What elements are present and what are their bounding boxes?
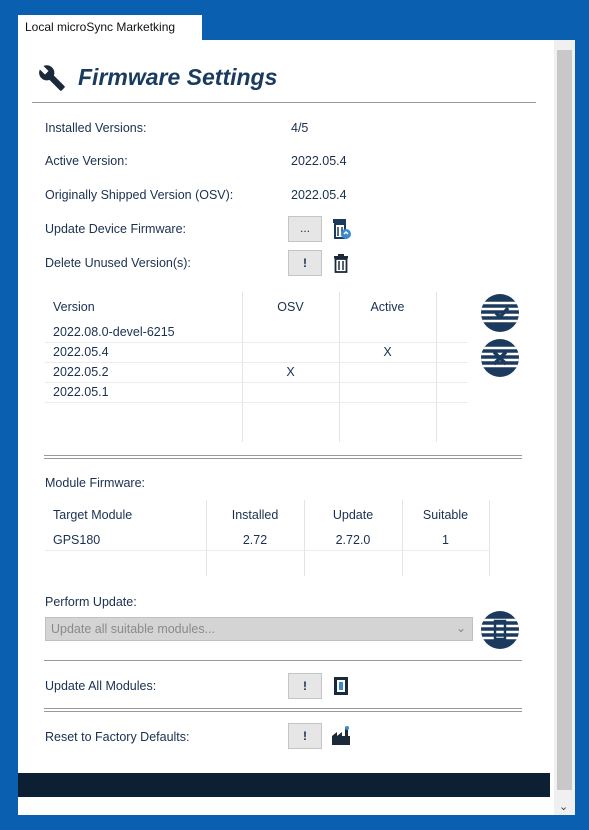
header-active: Active <box>339 292 437 322</box>
browse-firmware-button[interactable]: ... <box>288 216 322 242</box>
module-update-icon <box>481 618 519 641</box>
reset-defaults-label: Reset to Factory Defaults: <box>45 730 190 744</box>
vertical-scrollbar[interactable]: ⌄ <box>554 40 575 815</box>
active-cell <box>339 322 437 343</box>
close-icon <box>481 346 519 368</box>
installed-cell: 2.72 <box>206 530 305 551</box>
modules-table: Target Module Installed Update Suitable … <box>45 500 521 576</box>
version-cell: 2022.05.2 <box>45 362 243 383</box>
scrollbar-thumb[interactable] <box>557 50 572 790</box>
section-divider <box>44 708 522 712</box>
header-installed: Installed <box>206 500 305 530</box>
header-update: Update <box>304 500 403 530</box>
reset-defaults-button[interactable]: ! <box>288 723 322 749</box>
versions-table: Version OSV Active 2022.08.0-devel-6215 … <box>45 292 468 442</box>
table-row[interactable]: 2022.05.4 X <box>45 342 468 363</box>
module-cell: GPS180 <box>45 530 207 551</box>
update-mode-select[interactable]: Update all suitable modules... ⌄ <box>45 617 473 641</box>
scroll-down-icon[interactable]: ⌄ <box>559 800 568 813</box>
installed-versions-label: Installed Versions: <box>45 121 147 135</box>
osv-cell <box>242 322 340 343</box>
update-all-modules-button[interactable]: ! <box>288 673 322 699</box>
module-icon[interactable] <box>333 676 349 696</box>
active-version-value: 2022.05.4 <box>291 154 347 168</box>
version-cell: 2022.05.1 <box>45 382 243 403</box>
version-cell: 2022.08.0-devel-6215 <box>45 322 243 343</box>
wrench-icon <box>39 64 65 91</box>
table-row[interactable]: 2022.08.0-devel-6215 <box>45 322 468 343</box>
perform-update-button[interactable] <box>481 611 519 649</box>
active-version-label: Active Version: <box>45 154 128 168</box>
installed-versions-value: 4/5 <box>291 121 309 135</box>
title-divider <box>32 102 536 103</box>
remove-version-button[interactable] <box>481 339 519 377</box>
settings-panel: Firmware Settings Installed Versions: 4/… <box>18 40 575 815</box>
header-suitable: Suitable <box>402 500 490 530</box>
checkmark-icon <box>481 301 519 323</box>
update-mode-value: Update all suitable modules... <box>51 622 215 636</box>
active-cell <box>339 382 437 403</box>
osv-cell: X <box>242 362 340 383</box>
update-all-modules-label: Update All Modules: <box>45 679 157 693</box>
table-row[interactable]: 2022.05.1 <box>45 382 468 403</box>
delete-versions-label: Delete Unused Version(s): <box>45 256 191 270</box>
trash-icon[interactable] <box>333 253 349 273</box>
osv-value: 2022.05.4 <box>291 188 347 202</box>
osv-label: Originally Shipped Version (OSV): <box>45 188 234 202</box>
versions-header-row: Version OSV Active <box>45 292 468 322</box>
module-firmware-label: Module Firmware: <box>45 476 146 490</box>
active-cell <box>339 362 437 383</box>
osv-cell <box>242 342 340 363</box>
header-version: Version <box>45 292 243 322</box>
factory-icon[interactable] <box>331 726 351 746</box>
table-row[interactable]: GPS180 2.72 2.72.0 1 <box>45 530 521 551</box>
footer-bar <box>18 773 550 797</box>
modules-header-row: Target Module Installed Update Suitable <box>45 500 521 530</box>
table-row[interactable]: 2022.05.2 X <box>45 362 468 383</box>
version-cell: 2022.05.4 <box>45 342 243 363</box>
section-divider <box>44 660 522 661</box>
active-cell: X <box>339 342 437 363</box>
osv-cell <box>242 382 340 403</box>
delete-versions-button[interactable]: ! <box>288 250 322 276</box>
perform-update-label: Perform Update: <box>45 595 137 609</box>
chevron-down-icon: ⌄ <box>455 621 466 635</box>
page-header: Firmware Settings <box>38 60 277 95</box>
activate-version-button[interactable] <box>481 294 519 332</box>
header-target-module: Target Module <box>45 500 207 530</box>
suitable-cell: 1 <box>402 530 490 551</box>
update-firmware-label: Update Device Firmware: <box>45 222 187 236</box>
firmware-file-icon[interactable] <box>332 218 352 240</box>
header-osv: OSV <box>242 292 340 322</box>
update-cell: 2.72.0 <box>304 530 403 551</box>
section-divider <box>44 455 522 459</box>
page-title: Firmware Settings <box>78 64 278 90</box>
window-tab[interactable]: Local microSync Marketking <box>18 15 202 40</box>
